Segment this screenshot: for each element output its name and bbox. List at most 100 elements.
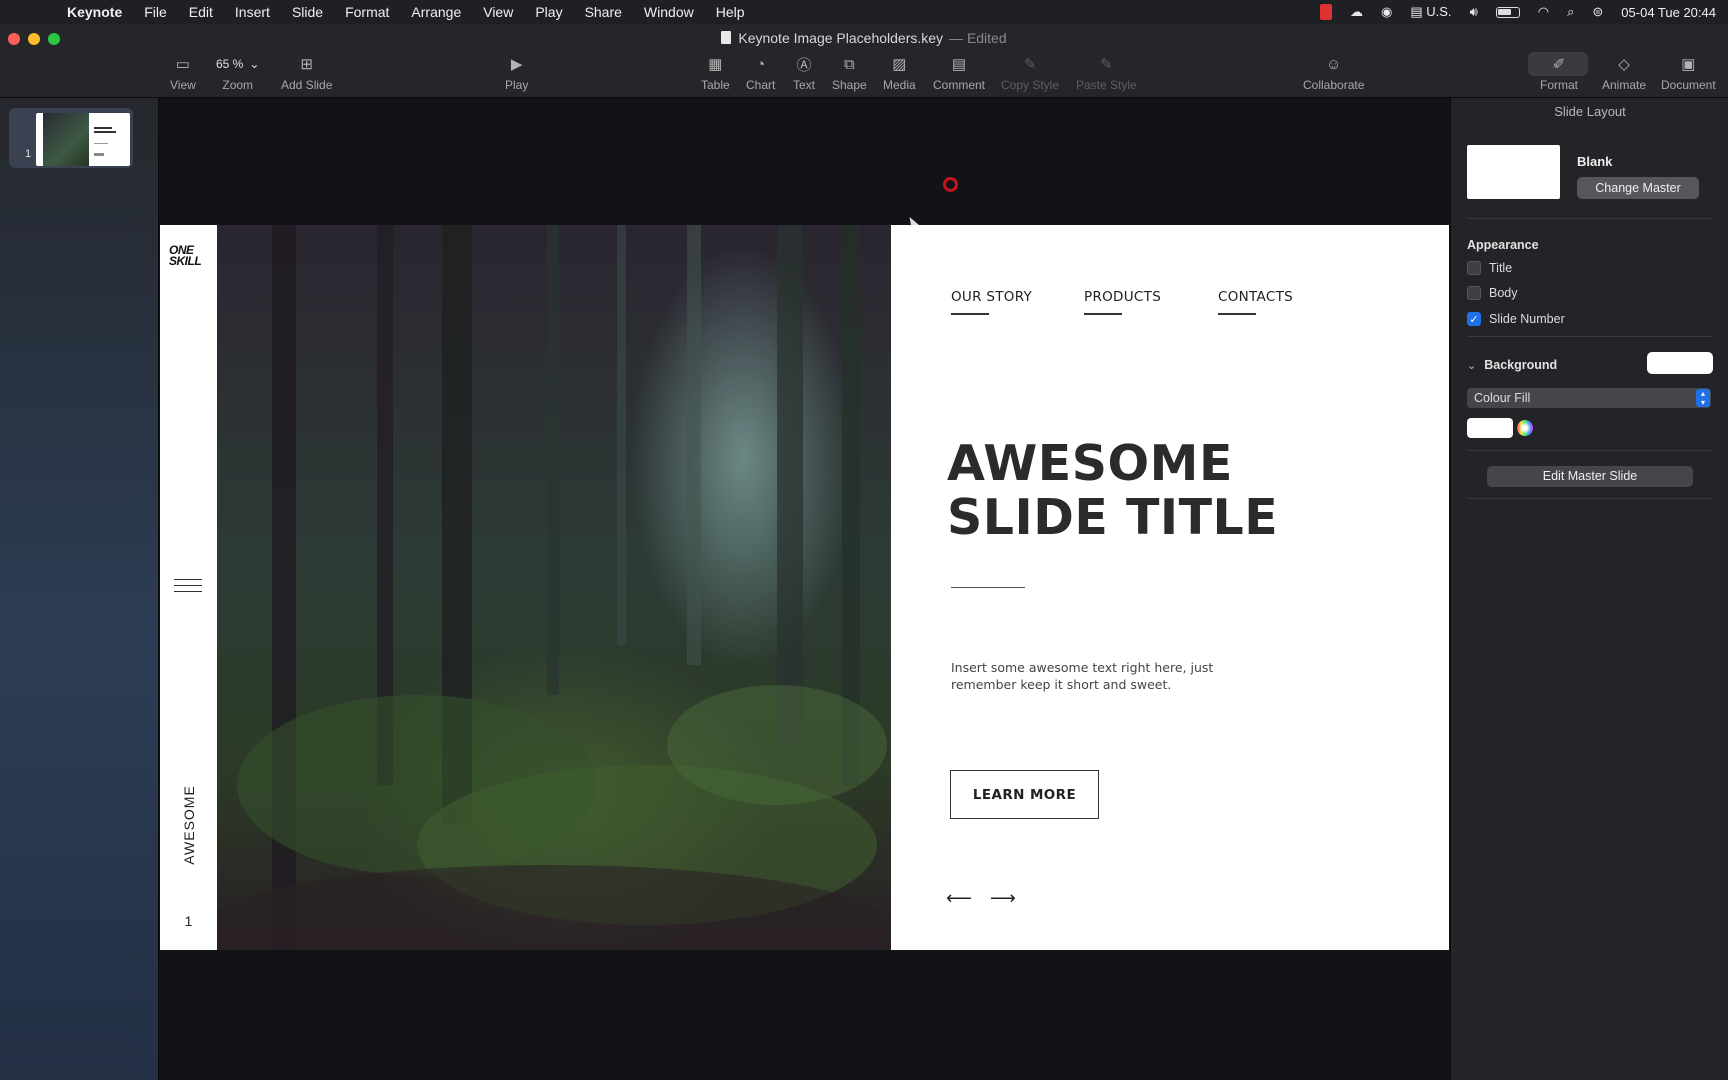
divider [1467,218,1713,219]
logo-line-2: SKILL [169,254,202,268]
title-checkbox-row[interactable]: Title [1467,261,1512,275]
add-slide-button[interactable]: ⊞ Add Slide [281,54,332,92]
slide-number-checkbox-row[interactable]: ✓ Slide Number [1467,312,1565,326]
document-icon [721,31,732,44]
nav-link-products[interactable]: PRODUCTS [1084,289,1161,315]
menu-share[interactable]: Share [574,4,633,20]
recording-icon[interactable] [1320,4,1332,20]
cloud-icon[interactable]: ☁ [1350,4,1363,20]
slide-number[interactable]: 1 [160,913,217,929]
menu-file[interactable]: File [133,4,178,20]
media-button[interactable]: ▨ Media [883,54,916,92]
menu-keynote[interactable]: Keynote [56,4,133,20]
title-checkbox[interactable] [1467,261,1481,275]
slide-navigator: 1 [0,98,159,1080]
format-inspector: Slide Layout Blank Change Master Appeara… [1450,98,1728,1080]
table-button[interactable]: ▦ Table [701,54,730,92]
forest-image-placeholder[interactable] [217,225,891,950]
document-status-label: Edited [966,30,1007,46]
input-source[interactable]: ▤ U.S. [1410,4,1451,20]
edit-master-slide-button[interactable]: Edit Master Slide [1487,466,1693,487]
copy-style-button[interactable]: ✎ Copy Style [1001,54,1059,92]
spotlight-search-icon[interactable]: ⌕ [1567,4,1574,20]
divider [1467,336,1713,337]
thumbnail-title-line [94,131,116,133]
menu-window[interactable]: Window [633,4,705,20]
zoom-menu[interactable]: 65 % ⌄ Zoom [216,54,259,92]
slide-thumbnail-image [36,113,130,166]
nav-link-our-story[interactable]: OUR STORY [951,289,1032,315]
menu-arrange[interactable]: Arrange [400,4,472,20]
side-strip: ONE SKILL AWESOME 1 [160,225,217,950]
volume-icon[interactable]: 🔊︎ [1470,4,1478,20]
body-checkbox[interactable] [1467,286,1481,300]
slide-number-checkbox[interactable]: ✓ [1467,312,1481,326]
title-divider[interactable] [951,587,1025,588]
text-box-icon: Ⓐ [796,56,812,74]
divider [1467,498,1713,499]
view-button[interactable]: ▭ View [170,54,196,92]
thumbnail-text-line [94,143,108,144]
table-label: Table [701,78,730,92]
menu-view[interactable]: View [472,4,524,20]
slide-content-panel: OUR STORY PRODUCTS CONTACTS AWESOME SLID… [891,225,1449,950]
shape-button[interactable]: ⧉ Shape [832,54,867,93]
slide[interactable]: ONE SKILL AWESOME 1 OUR STORY PRODUCTS C… [160,225,1449,950]
title-checkbox-label: Title [1489,261,1513,275]
vertical-caption[interactable]: AWESOME [160,780,217,870]
wifi-icon[interactable]: ◠ [1538,4,1549,20]
animate-button[interactable]: ◇ Animate [1602,54,1646,92]
change-master-button[interactable]: Change Master [1577,177,1699,199]
comment-button[interactable]: ▤ Comment [933,54,985,92]
format-label: Format [1540,78,1579,92]
menu-insert[interactable]: Insert [224,4,281,20]
body-line-1: Insert some awesome text right here, jus… [951,660,1214,675]
collaborate-button[interactable]: ☺ Collaborate [1303,54,1364,93]
add-slide-icon: ⊞ [300,56,313,73]
color-wheel-icon[interactable] [1517,420,1533,436]
slide-title[interactable]: AWESOME SLIDE TITLE [947,437,1278,545]
master-thumbnail[interactable] [1467,145,1560,199]
slide-canvas[interactable]: ONE SKILL AWESOME 1 OUR STORY PRODUCTS C… [160,98,1449,1080]
table-icon: ▦ [708,56,723,73]
menu-slide[interactable]: Slide [281,4,334,20]
brand-logo[interactable]: ONE SKILL [169,244,202,268]
menu-bar: Keynote File Edit Insert Slide Format Ar… [0,0,1728,24]
format-button[interactable]: ✐ Format [1540,54,1578,92]
inspector-title: Slide Layout [1554,104,1626,119]
battery-icon[interactable] [1495,6,1520,18]
arrow-right-icon[interactable]: ⟶ [990,888,1016,909]
shape-icon: ⧉ [843,55,855,73]
menu-format[interactable]: Format [334,4,400,20]
slide-thumbnail-1[interactable]: 1 [9,108,133,168]
comment-label: Comment [933,78,986,92]
clock[interactable]: 05-04 Tue 20:44 [1621,5,1716,20]
arrow-left-icon[interactable]: ⟵ [946,888,972,909]
learn-more-button[interactable]: LEARN MORE [950,770,1099,819]
play-button[interactable]: ▶ Play [505,54,528,92]
menu-edit[interactable]: Edit [178,4,224,20]
control-center-icon[interactable]: ⊜ [1592,4,1603,20]
text-button[interactable]: Ⓐ Text [793,54,815,93]
body-checkbox-row[interactable]: Body [1467,286,1518,300]
chart-button[interactable]: ◔ Chart [746,54,775,93]
background-color-swatch[interactable] [1647,352,1713,374]
hamburger-menu-icon[interactable] [174,579,202,597]
fill-color-well[interactable] [1467,418,1513,438]
disclosure-chevron-icon[interactable]: ⌄ [1467,359,1476,372]
paste-style-button[interactable]: ✎ Paste Style [1076,54,1137,92]
menu-help[interactable]: Help [705,4,756,20]
document-name[interactable]: Keynote Image Placeholders.key [738,30,943,46]
nav-link-contacts[interactable]: CONTACTS [1218,289,1293,315]
slide-body-text[interactable]: Insert some awesome text right here, jus… [951,659,1221,693]
zoom-value-box: 65 % ⌄ [216,54,259,74]
play-circle-icon[interactable]: ◉ [1381,4,1392,20]
toolbar: Keynote Image Placeholders.key — Edited ▭… [0,24,1728,98]
fill-type-select[interactable]: Colour Fill ▴ ▾ [1467,388,1711,408]
keynote-window: Keynote Image Placeholders.key — Edited ▭… [0,24,1728,1080]
divider [1467,450,1713,451]
document-icon: ▣ [1681,56,1696,73]
document-button[interactable]: ▣ Document [1661,54,1716,92]
menu-play[interactable]: Play [524,4,573,20]
document-label: Document [1661,78,1716,92]
